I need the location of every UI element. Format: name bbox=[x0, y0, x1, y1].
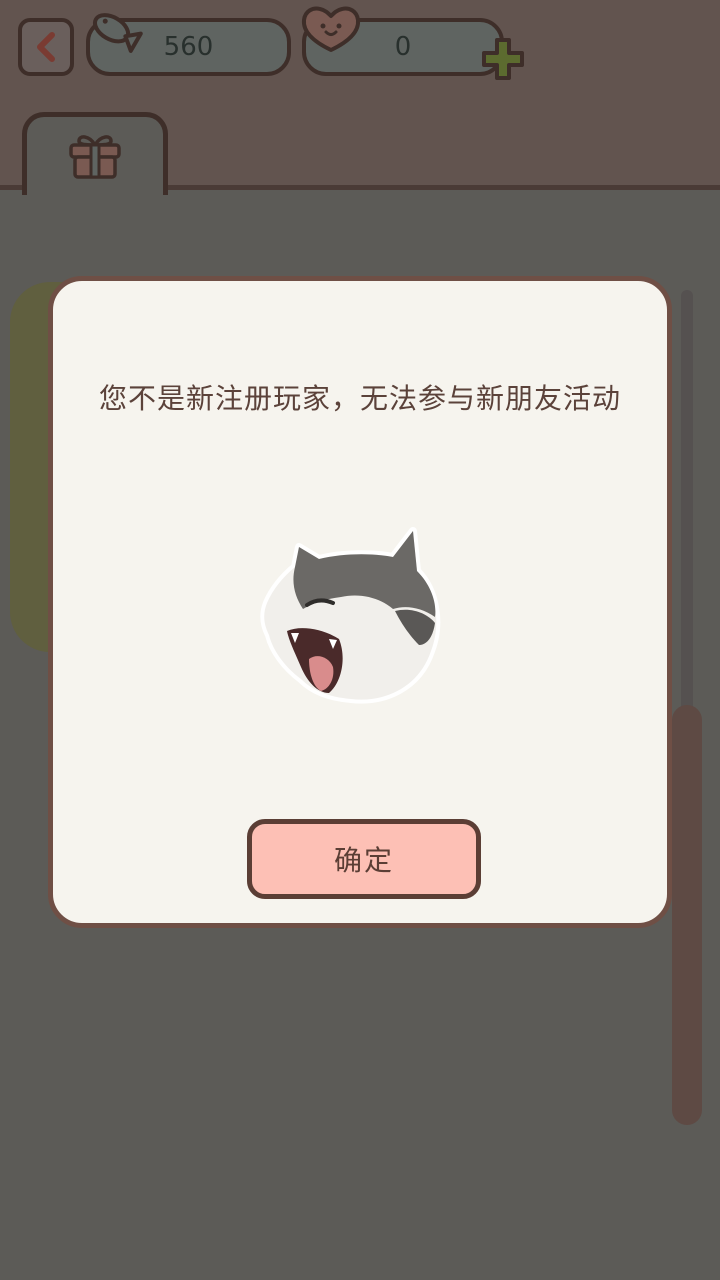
scrollbar-thumb[interactable] bbox=[672, 705, 702, 1125]
chevron-left-icon bbox=[37, 32, 55, 62]
fish-count: 560 bbox=[163, 32, 214, 62]
confirm-button-label: 确定 bbox=[333, 844, 394, 877]
tab-gift[interactable] bbox=[22, 112, 168, 195]
confirm-button[interactable]: 确定 bbox=[247, 819, 481, 899]
fish-icon bbox=[93, 13, 143, 53]
gift-icon bbox=[69, 135, 121, 179]
notice-dialog: 您不是新注册玩家，无法参与新朋友活动 确定 bbox=[48, 276, 672, 928]
heart-icon bbox=[301, 6, 361, 52]
dialog-message: 您不是新注册玩家，无法参与新朋友活动 bbox=[98, 382, 621, 415]
back-button[interactable] bbox=[18, 18, 74, 76]
top-bar: 560 0 bbox=[0, 0, 720, 195]
heart-count: 0 bbox=[394, 32, 412, 62]
yawning-cat-image bbox=[260, 527, 441, 704]
plus-icon[interactable] bbox=[480, 36, 526, 82]
